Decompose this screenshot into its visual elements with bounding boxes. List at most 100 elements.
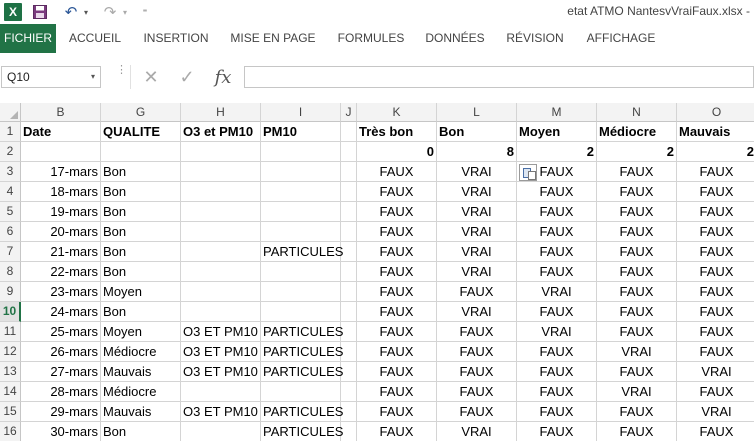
cell-k16[interactable]: FAUX — [357, 422, 437, 441]
cell-l5[interactable]: VRAI — [437, 202, 517, 222]
cell-k4[interactable]: FAUX — [357, 182, 437, 202]
cell-m15[interactable]: FAUX — [517, 402, 597, 422]
cell-h5[interactable] — [181, 202, 261, 222]
cell-i6[interactable] — [261, 222, 341, 242]
row-header-14[interactable]: 14 — [0, 382, 21, 402]
row-header-6[interactable]: 6 — [0, 222, 21, 242]
cell-m4[interactable]: FAUX — [517, 182, 597, 202]
cell-b2[interactable] — [21, 142, 101, 162]
cell-g14[interactable]: Médiocre — [101, 382, 181, 402]
cell-o10[interactable]: FAUX — [677, 302, 754, 322]
cell-l2[interactable]: 8 — [437, 142, 517, 162]
cell-n14[interactable]: VRAI — [597, 382, 677, 402]
cell-l4[interactable]: VRAI — [437, 182, 517, 202]
column-header-n[interactable]: N — [597, 103, 677, 122]
cell-g7[interactable]: Bon — [101, 242, 181, 262]
cell-h11[interactable]: O3 ET PM10 — [181, 322, 261, 342]
cell-j16[interactable] — [341, 422, 357, 441]
tab-formules[interactable]: FORMULES — [334, 24, 408, 53]
cell-g11[interactable]: Moyen — [101, 322, 181, 342]
tab-accueil[interactable]: ACCUEIL — [66, 24, 124, 53]
cell-j2[interactable] — [341, 142, 357, 162]
resize-grip-icon[interactable]: ⋮ — [116, 65, 127, 76]
cell-h15[interactable]: O3 ET PM10 — [181, 402, 261, 422]
cell-o11[interactable]: FAUX — [677, 322, 754, 342]
cell-j13[interactable] — [341, 362, 357, 382]
cell-b1[interactable]: Date — [21, 122, 101, 142]
column-header-h[interactable]: H — [181, 103, 261, 122]
column-header-m[interactable]: M — [517, 103, 597, 122]
cell-b5[interactable]: 19-mars — [21, 202, 101, 222]
cell-h10[interactable] — [181, 302, 261, 322]
cell-b16[interactable]: 30-mars — [21, 422, 101, 441]
cell-n6[interactable]: FAUX — [597, 222, 677, 242]
cell-n15[interactable]: FAUX — [597, 402, 677, 422]
cell-j11[interactable] — [341, 322, 357, 342]
cell-b12[interactable]: 26-mars — [21, 342, 101, 362]
cell-n4[interactable]: FAUX — [597, 182, 677, 202]
cell-g5[interactable]: Bon — [101, 202, 181, 222]
undo-dropdown-icon[interactable]: ▾ — [82, 3, 90, 21]
column-header-j[interactable]: J — [341, 103, 357, 122]
cell-g8[interactable]: Bon — [101, 262, 181, 282]
redo-icon[interactable]: ↷ — [101, 3, 119, 21]
cell-k13[interactable]: FAUX — [357, 362, 437, 382]
cell-b10[interactable]: 24-mars — [21, 302, 101, 322]
cell-n3[interactable]: FAUX — [597, 162, 677, 182]
cell-j10[interactable] — [341, 302, 357, 322]
cell-m14[interactable]: FAUX — [517, 382, 597, 402]
cell-j5[interactable] — [341, 202, 357, 222]
row-header-7[interactable]: 7 — [0, 242, 21, 262]
column-header-l[interactable]: L — [437, 103, 517, 122]
cell-i4[interactable] — [261, 182, 341, 202]
cell-k6[interactable]: FAUX — [357, 222, 437, 242]
cell-g10[interactable]: Bon — [101, 302, 181, 322]
cell-m5[interactable]: FAUX — [517, 202, 597, 222]
cell-o4[interactable]: FAUX — [677, 182, 754, 202]
cell-h8[interactable] — [181, 262, 261, 282]
cell-o12[interactable]: FAUX — [677, 342, 754, 362]
cell-o2[interactable]: 2 — [677, 142, 754, 162]
cell-n7[interactable]: FAUX — [597, 242, 677, 262]
row-header-8[interactable]: 8 — [0, 262, 21, 282]
cell-k11[interactable]: FAUX — [357, 322, 437, 342]
row-header-16[interactable]: 16 — [0, 422, 21, 441]
cell-l7[interactable]: VRAI — [437, 242, 517, 262]
cell-i3[interactable] — [261, 162, 341, 182]
cell-m13[interactable]: FAUX — [517, 362, 597, 382]
cell-g15[interactable]: Mauvais — [101, 402, 181, 422]
cell-n2[interactable]: 2 — [597, 142, 677, 162]
cell-i14[interactable] — [261, 382, 341, 402]
cell-b11[interactable]: 25-mars — [21, 322, 101, 342]
row-header-3[interactable]: 3 — [0, 162, 21, 182]
cell-h3[interactable] — [181, 162, 261, 182]
cell-j9[interactable] — [341, 282, 357, 302]
cell-g3[interactable]: Bon — [101, 162, 181, 182]
row-header-2[interactable]: 2 — [0, 142, 21, 162]
cell-k8[interactable]: FAUX — [357, 262, 437, 282]
cell-k10[interactable]: FAUX — [357, 302, 437, 322]
redo-dropdown-icon[interactable]: ▾ — [121, 3, 129, 21]
cell-n9[interactable]: FAUX — [597, 282, 677, 302]
select-all-button[interactable] — [0, 103, 21, 122]
cell-i1[interactable]: PM10 — [261, 122, 341, 142]
cell-h6[interactable] — [181, 222, 261, 242]
customize-qat-icon[interactable]: ⁼ — [140, 3, 150, 21]
cell-h2[interactable] — [181, 142, 261, 162]
cell-m1[interactable]: Moyen — [517, 122, 597, 142]
cell-o9[interactable]: FAUX — [677, 282, 754, 302]
cell-i8[interactable] — [261, 262, 341, 282]
cell-g12[interactable]: Médiocre — [101, 342, 181, 362]
row-header-15[interactable]: 15 — [0, 402, 21, 422]
cell-m2[interactable]: 2 — [517, 142, 597, 162]
cell-o7[interactable]: FAUX — [677, 242, 754, 262]
cell-m9[interactable]: VRAI — [517, 282, 597, 302]
cell-l14[interactable]: FAUX — [437, 382, 517, 402]
enter-icon[interactable]: ✓ — [176, 65, 198, 89]
cell-k14[interactable]: FAUX — [357, 382, 437, 402]
cell-k1[interactable]: Très bon — [357, 122, 437, 142]
cell-h16[interactable] — [181, 422, 261, 441]
excel-app-icon[interactable]: X — [4, 3, 22, 21]
cell-k7[interactable]: FAUX — [357, 242, 437, 262]
row-header-9[interactable]: 9 — [0, 282, 21, 302]
